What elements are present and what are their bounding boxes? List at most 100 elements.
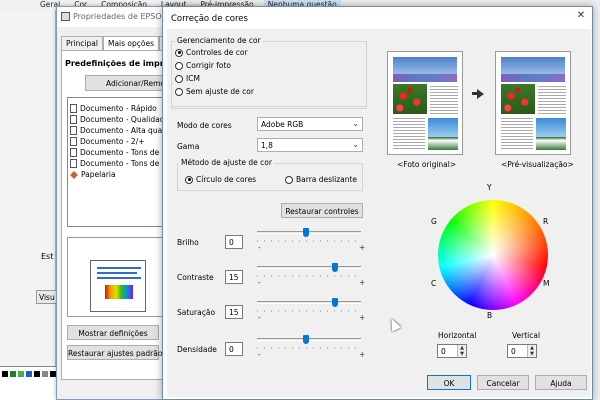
restore-defaults-button[interactable]: Restaurar ajustes padrão (67, 345, 162, 360)
tab-principal[interactable]: Principal (61, 36, 103, 50)
minus-sign: - (258, 278, 261, 287)
vertical-label: Vertical (512, 331, 541, 340)
color-mode-label: Modo de cores (177, 121, 232, 130)
plus-sign: + (359, 243, 366, 252)
density-input[interactable]: 0 (225, 342, 243, 356)
radio-corrigir-foto[interactable]: Corrigir foto (175, 61, 231, 70)
horizontal-spinner[interactable]: 0 ▲ ▼ (437, 344, 467, 358)
contrast-slider[interactable] (257, 266, 361, 269)
wheel-label-b: B (487, 311, 493, 320)
vertical-spinner[interactable]: 0 ▲ ▼ (507, 344, 537, 358)
close-button[interactable]: ✕ (572, 10, 590, 24)
radio-circle (175, 61, 183, 70)
document-icon (70, 159, 77, 168)
density-thumb[interactable] (303, 335, 309, 344)
brightness-input[interactable]: 0 (225, 235, 243, 249)
page-preview-sheet (90, 260, 146, 312)
epson-page-preview (67, 237, 171, 317)
list-item[interactable]: Documento - Tons de (70, 158, 159, 169)
preset-list[interactable]: Documento - Rápido Documento - Qualidad … (67, 97, 167, 227)
radio-circle (175, 48, 183, 57)
mouse-cursor-icon (386, 316, 402, 332)
preview-photo (495, 51, 571, 155)
rainbow-swatch (105, 285, 133, 299)
radio-circulo-de-cores[interactable]: Círculo de cores (185, 175, 256, 184)
dialog-title: Correção de cores (171, 14, 248, 24)
horizontal-label: Horizontal (438, 331, 477, 340)
radio-circle (185, 175, 193, 184)
printer-icon (61, 12, 70, 21)
saturation-label: Saturação (177, 308, 216, 317)
original-photo (387, 51, 463, 155)
plus-sign: + (359, 350, 366, 359)
help-button[interactable]: Ajuda (535, 375, 587, 390)
stationery-icon (70, 170, 78, 179)
wheel-label-y: Y (487, 183, 492, 192)
contrast-label: Contraste (177, 273, 214, 282)
method-title: Método de ajuste de cor (179, 158, 274, 167)
radio-icm[interactable]: ICM (175, 74, 200, 83)
list-item[interactable]: Documento - Alta quali (70, 125, 166, 136)
radio-barra-deslizante[interactable]: Barra deslizante (285, 175, 357, 184)
radio-circle (175, 74, 183, 83)
list-item[interactable]: Documento - 2/+ (70, 136, 145, 147)
radio-sem-ajuste[interactable]: Sem ajuste de cor (175, 87, 254, 96)
gamma-label: Gama (177, 142, 200, 151)
brightness-label: Brilho (177, 238, 199, 247)
plus-sign: + (359, 278, 366, 287)
dialog-body: Gerenciamento de cor Controles de cor Co… (167, 29, 591, 397)
brightness-slider[interactable] (257, 231, 361, 234)
radio-controles-de-cor[interactable]: Controles de cor (175, 48, 248, 57)
color-correction-dialog: Correção de cores ✕ Gerenciamento de cor… (162, 6, 593, 400)
radio-circle (175, 87, 183, 96)
wheel-label-m: M (543, 279, 550, 288)
wheel-label-r: R (543, 217, 549, 226)
list-item[interactable]: Documento - Rápido (70, 103, 157, 114)
chevron-down-icon: ⌄ (352, 119, 359, 128)
saturation-input[interactable]: 15 (225, 305, 243, 319)
spinner-arrows-icon[interactable]: ▲ ▼ (457, 345, 466, 357)
color-wheel[interactable] (438, 200, 548, 310)
brightness-thumb[interactable] (303, 228, 309, 237)
minus-sign: - (258, 313, 261, 322)
wheel-label-g: G (431, 217, 437, 226)
document-icon (70, 126, 77, 135)
list-item[interactable]: Documento - Qualidad (70, 114, 164, 125)
chevron-down-icon: ⌄ (352, 140, 359, 149)
arrow-right-icon (477, 89, 484, 99)
saturation-slider[interactable] (257, 301, 361, 304)
wheel-label-c: C (431, 279, 437, 288)
show-settings-button[interactable]: Mostrar definições (67, 325, 159, 340)
background-left-panel (0, 10, 56, 400)
minus-sign: - (258, 243, 261, 252)
document-icon (70, 115, 77, 124)
original-caption: <Foto original> (397, 160, 457, 169)
contrast-input[interactable]: 15 (225, 270, 243, 284)
list-item[interactable]: Papelaria (70, 169, 116, 180)
separator (171, 106, 367, 107)
minus-sign: - (258, 350, 261, 359)
gamma-select[interactable]: 1,8 ⌄ (257, 138, 363, 152)
contrast-thumb[interactable] (332, 263, 338, 272)
tab-mais-opcoes[interactable]: Mais opções (102, 36, 159, 51)
preview-caption: <Pré-visualização> (501, 160, 574, 169)
color-mode-select[interactable]: Adobe RGB ⌄ (257, 117, 363, 131)
crosshair-icon[interactable] (490, 249, 496, 255)
spinner-arrows-icon[interactable]: ▲ ▼ (527, 345, 536, 357)
saturation-thumb[interactable] (332, 298, 338, 307)
document-icon (70, 104, 77, 113)
bg-est-label: Est (41, 252, 54, 261)
bg-color-swatches (0, 366, 60, 400)
plus-sign: + (359, 313, 366, 322)
cancel-button[interactable]: Cancelar (477, 375, 529, 390)
radio-circle (285, 175, 293, 184)
color-mgmt-title: Gerenciamento de cor (175, 36, 263, 45)
list-item[interactable]: Documento - Tons de (70, 147, 159, 158)
density-label: Densidade (177, 345, 217, 354)
restore-controls-button[interactable]: Restaurar controles (281, 203, 363, 218)
document-icon (70, 148, 77, 157)
predef-title: Predefinições de impres (65, 59, 174, 68)
ok-button[interactable]: OK (427, 375, 471, 390)
document-icon (70, 137, 77, 146)
density-slider[interactable] (257, 338, 361, 341)
